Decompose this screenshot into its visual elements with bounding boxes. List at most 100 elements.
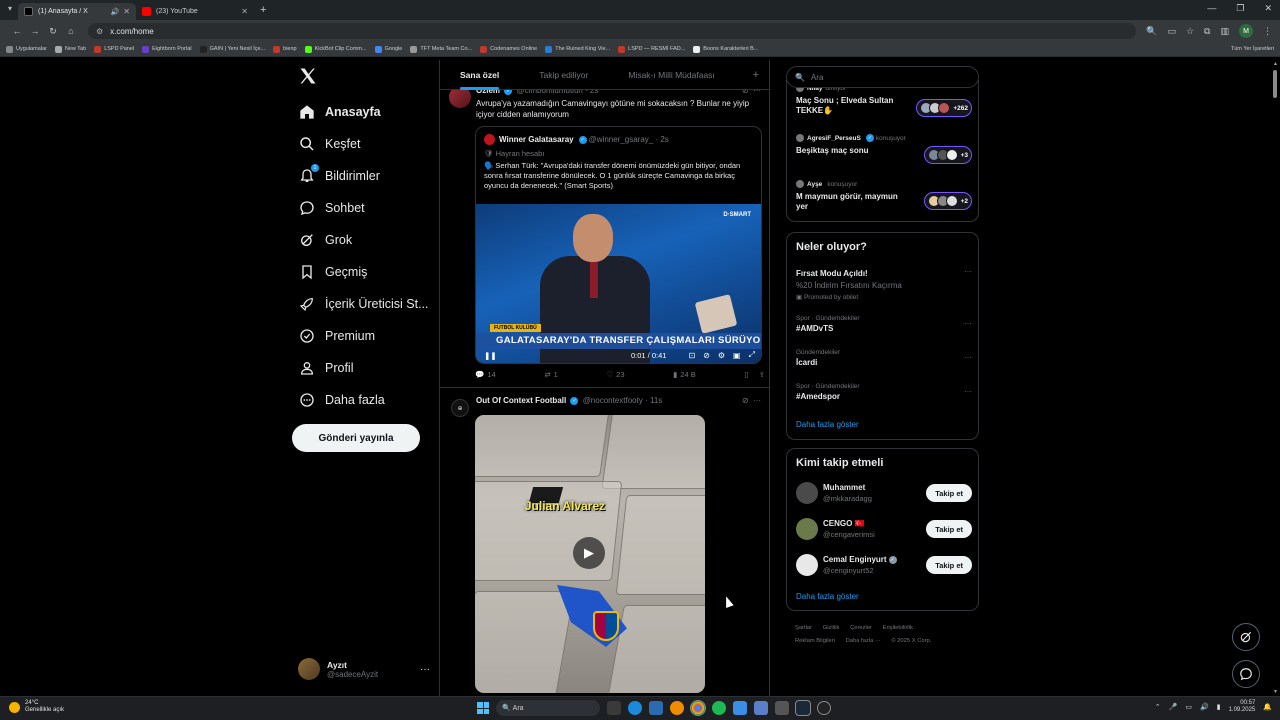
bookmark-item[interactable]: TFT Meta Team Co...: [410, 45, 472, 53]
tweet[interactable]: Özlem ✓ @cimbomlumutluh · 2s ⊘ ··· Avrup…: [440, 86, 769, 388]
more-dots-icon[interactable]: ···: [964, 267, 972, 276]
reply-button[interactable]: 💬 14: [475, 370, 496, 379]
bookmark-item[interactable]: Boons Karakterleri B...: [693, 45, 758, 53]
minimize-icon[interactable]: —: [1207, 3, 1216, 14]
bookmark-item[interactable]: GAIN | Yeni Nesil İçe...: [199, 45, 265, 53]
captions-icon[interactable]: ⊡: [688, 351, 695, 360]
cast-icon[interactable]: ▭: [1167, 26, 1176, 37]
footer-link[interactable]: Daha fazla ···: [846, 638, 881, 644]
avatar[interactable]: [796, 518, 818, 540]
follow-suggestion[interactable]: CENGO 🇹🇷 @cengaverimsi Takip et: [796, 517, 972, 541]
space-item[interactable]: Nilay dinliyor Maç Sonu ; Elveda Sultan T…: [796, 84, 972, 117]
all-bookmarks-button[interactable]: Tüm Yer İşaretleri: [1231, 46, 1274, 52]
scroll-down-icon[interactable]: ▼: [1273, 689, 1278, 695]
tweet-author-handle[interactable]: @nocontextfooty: [583, 396, 643, 405]
nav-profile[interactable]: Profil: [298, 352, 429, 384]
post-button[interactable]: Gönderi yayınla: [292, 424, 420, 452]
address-bar[interactable]: ⚙ x.com/home: [88, 23, 1137, 39]
spotify-icon[interactable]: [712, 701, 726, 715]
windows-start-icon[interactable]: [477, 702, 489, 714]
wifi-icon[interactable]: ▭: [1185, 703, 1192, 711]
x-logo-icon[interactable]: [298, 66, 318, 86]
back-icon[interactable]: ←: [8, 26, 26, 36]
speaker-icon[interactable]: 🔊: [111, 8, 120, 16]
nav-bookmarks[interactable]: Geçmiş: [298, 256, 429, 288]
tab-list[interactable]: Misak-ı Milli Müdafaası: [588, 60, 714, 90]
footer-link[interactable]: Gizlilik: [823, 625, 840, 631]
nav-grok[interactable]: Grok: [298, 224, 429, 256]
search-box[interactable]: 🔍 Ara: [786, 66, 979, 88]
follow-suggestion[interactable]: Muhammet @mkkaradagg Takip et: [796, 481, 972, 505]
close-tab-icon[interactable]: ✕: [241, 7, 248, 16]
bookmark-button[interactable]: ▯ ⇪: [744, 370, 765, 379]
footer-link[interactable]: Şartlar: [795, 625, 812, 631]
nav-notifications[interactable]: 1 Bildirimler: [298, 160, 429, 192]
tab-youtube[interactable]: (23) YouTube ✕: [136, 3, 254, 20]
tab-for-you[interactable]: Sana özel: [440, 60, 500, 90]
new-tab-button[interactable]: +: [260, 4, 266, 16]
trend-item[interactable]: Spor · Gündemdekiler #Amedspor ···: [796, 383, 972, 401]
notification-icon[interactable]: 🔔: [1263, 703, 1272, 711]
follow-button[interactable]: Takip et: [926, 484, 972, 502]
avatar[interactable]: ⊕: [451, 399, 469, 417]
show-more-link[interactable]: Daha fazla göster: [796, 592, 859, 601]
steam-icon[interactable]: [795, 700, 811, 716]
photos-icon[interactable]: [649, 701, 663, 715]
nav-more[interactable]: Daha fazla: [298, 384, 429, 416]
explorer-icon[interactable]: [775, 701, 789, 715]
reload-icon[interactable]: ↻: [44, 26, 62, 37]
follow-suggestion[interactable]: Cemal Enginyurt ✓ @cenginyurt52 Takip et: [796, 553, 972, 577]
task-view-icon[interactable]: [607, 701, 621, 715]
messages-fab-button[interactable]: [1232, 660, 1260, 688]
space-item[interactable]: Ayşe konuşuyor M maymun görür, maymun yer…: [796, 180, 972, 212]
bookmark-star-icon[interactable]: ☆: [1186, 26, 1194, 37]
follow-button[interactable]: Takip et: [926, 520, 972, 538]
views-button[interactable]: ▮ 24 B: [673, 370, 696, 379]
taskbar-search[interactable]: 🔍 Ara: [496, 700, 600, 716]
space-item[interactable]: AgresiF_PerseuS ✓ konuşuyor Beşiktaş maç s…: [796, 134, 972, 164]
tab-x-home[interactable]: (1) Anasayfa / X 🔊 ✕: [18, 3, 136, 20]
maximize-icon[interactable]: ❐: [1236, 3, 1244, 14]
footer-link[interactable]: Erişilebilirlik: [883, 625, 913, 631]
tweet[interactable]: ⊕ Out Of Context Football ✓ @nocontextfo…: [440, 389, 769, 696]
outlook-icon[interactable]: [754, 701, 768, 715]
trend-item[interactable]: Gündemdekiler İcardi ···: [796, 349, 972, 367]
weather-widget[interactable]: 24°C Genellikle açık: [9, 700, 64, 714]
share-icon[interactable]: ⇪: [759, 370, 765, 379]
trend-item[interactable]: Fırsat Modu Açıldı! %20 İndirim Fırsatın…: [796, 267, 972, 301]
bookmark-item[interactable]: Codenames Online: [480, 45, 537, 53]
edge-icon[interactable]: [628, 701, 642, 715]
bookmark-item[interactable]: Eightborn Portal: [142, 45, 192, 53]
space-listeners-pill[interactable]: +262: [916, 99, 972, 117]
settings-icon[interactable]: ⚙: [718, 351, 725, 360]
grok-icon[interactable]: ⊘: [742, 396, 749, 405]
account-switcher[interactable]: Ayzıt @sadeceAyzit ···: [298, 658, 430, 680]
pause-icon[interactable]: ❚❚: [484, 351, 497, 360]
site-info-icon[interactable]: ⚙: [96, 27, 103, 36]
space-listeners-pill[interactable]: +3: [923, 146, 972, 164]
menu-icon[interactable]: ⋮: [1263, 26, 1272, 37]
extensions-icon[interactable]: ⧉: [1204, 26, 1210, 37]
footer-link[interactable]: Reklam Bilgileri: [795, 638, 835, 644]
zoom-icon[interactable]: 🔍: [1146, 26, 1157, 37]
tweet-time[interactable]: 11s: [650, 396, 662, 405]
bookmark-item[interactable]: LSPD — RESMİ FAD...: [618, 45, 685, 53]
more-dots-icon[interactable]: ···: [964, 353, 972, 362]
bookmark-item[interactable]: LSPD Panel: [94, 45, 134, 53]
repost-button[interactable]: ⇄ 1: [544, 370, 557, 379]
bookmark-item[interactable]: Google: [374, 45, 402, 53]
fullscreen-icon[interactable]: ⤢: [749, 350, 755, 360]
pip-icon[interactable]: ▣: [733, 351, 741, 360]
more-dots-icon[interactable]: ···: [964, 319, 972, 328]
bookmark-item[interactable]: New Tab: [54, 45, 86, 53]
add-tab-icon[interactable]: +: [753, 69, 759, 81]
space-listeners-pill[interactable]: +2: [923, 192, 972, 210]
play-icon[interactable]: ▶: [573, 537, 605, 569]
footer-link[interactable]: Çerezler: [850, 625, 872, 631]
more-dots-icon[interactable]: ···: [964, 387, 972, 396]
tweet-author-name[interactable]: Out Of Context Football: [476, 396, 566, 405]
home-button-icon[interactable]: ⌂: [62, 26, 80, 36]
tab-search-icon[interactable]: ▾: [8, 4, 12, 13]
avatar[interactable]: [796, 482, 818, 504]
grok-fab-button[interactable]: [1232, 623, 1260, 651]
